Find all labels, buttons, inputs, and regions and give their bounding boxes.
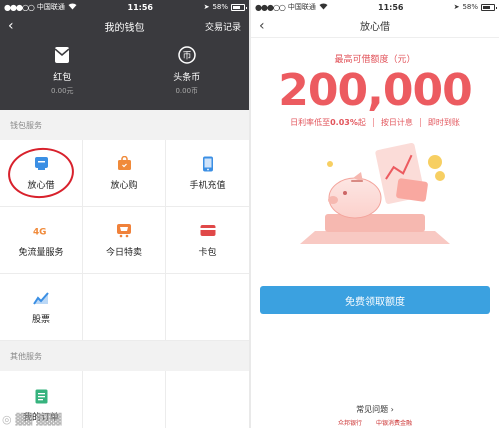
rate-prefix: 日利率低至 [290,118,331,127]
stock-chart-icon [33,290,49,306]
service-shopping[interactable]: 放心购 [83,140,166,207]
wallet-screen: ●●●○○ 中国联通 11:56 ➤ 58% ‹ 我的钱包 交易记录 红包 0.… [0,0,249,428]
shopping-bag-icon [116,156,132,172]
loan-screen: ●●●○○ 中国联通 11:56 ➤ 58% ‹ 放心借 最高可借额度（元） 2… [251,0,499,428]
asset-value: 0.00元 [50,87,74,95]
signal-icon: ●●●○○ [4,2,35,12]
service-label: 股票 [31,314,50,325]
wallet-header: ●●●○○ 中国联通 11:56 ➤ 58% ‹ 我的钱包 交易记录 红包 0.… [0,0,249,110]
battery-icon [481,3,497,11]
watermark-logo: ◎ ▓▓ ▓▓▓ [2,413,62,426]
other-services-title: 其他服务 [0,341,249,371]
carrier-label: 中国联通 [36,3,65,11]
rate-suffix: 起 [357,118,366,127]
highlight-circle [5,144,77,202]
service-phone-topup[interactable]: 手机充值 [166,140,249,207]
back-button[interactable]: ‹ [259,18,265,34]
piggy-bank-illustration [300,142,450,244]
grid-empty-cell [166,371,249,428]
wallet-navbar: ‹ 我的钱包 交易记录 [0,14,249,38]
location-icon: ➤ [453,3,460,11]
service-card-wallet[interactable]: 卡包 [166,207,249,274]
back-button[interactable]: ‹ [8,18,22,34]
service-label: 手机充值 [189,180,226,191]
rate-value: 0.03% [330,118,358,127]
asset-value: 0.00币 [175,87,199,95]
battery-icon [231,3,247,11]
grid-empty-cell [83,371,166,428]
asset-summary: 红包 0.00元 币 头条币 0.00币 [0,38,249,110]
service-loan[interactable]: 放心借 [0,140,83,207]
daily-interest-feature: 按日计息 [380,118,413,127]
status-bar: ●●●○○ 中国联通 11:56 ➤ 58% [251,0,499,14]
envelope-icon [53,46,71,64]
max-limit-label: 最高可借额度（元） [334,55,416,65]
service-label: 放心购 [110,180,138,191]
faq-link[interactable]: 常见问题 › [251,404,499,415]
partner-finance-logo: 中银消费金融 [376,420,413,427]
battery-percent: 58% [212,3,228,11]
service-label: 今日特卖 [105,247,142,258]
wifi-icon [319,2,328,12]
feature-divider [419,118,421,127]
location-icon: ➤ [203,3,210,11]
rate-feature: 日利率低至0.03%起 [290,117,366,128]
svg-text:4G: 4G [33,227,46,236]
page-title: 放心借 [360,22,390,33]
4g-icon: 4G [33,223,49,239]
service-label: 卡包 [198,247,217,258]
service-stocks[interactable]: 股票 [0,274,83,341]
asset-name: 头条币 [173,73,201,83]
service-label: 免流量服务 [18,247,64,258]
loan-features: 日利率低至0.03%起 按日计息 即时到账 [251,117,499,128]
battery-percent: 58% [462,3,478,11]
service-daily-sale[interactable]: 今日特卖 [83,207,166,274]
wallet-services-grid: 放心借 放心购 手机充值 4G 免流量服务 今日特卖 卡包 股票 [0,140,249,341]
red-packet-asset[interactable]: 红包 0.00元 [0,38,125,110]
partner-logos: 众邦银行 中银消费金融 [251,418,499,427]
status-time: 11:56 [378,2,404,12]
phone-icon [200,156,216,172]
signal-icon: ●●●○○ [255,2,286,12]
coin-icon: 币 [178,46,196,64]
instant-feature: 即时到账 [427,118,460,127]
svg-text:币: 币 [182,51,191,62]
loan-navbar: ‹ 放心借 [251,14,499,38]
grid-empty-cell [166,274,249,341]
order-list-icon [33,388,49,404]
sale-cart-icon [116,223,132,239]
status-time: 11:56 [127,2,153,12]
grid-empty-cell [83,274,166,341]
coin-asset[interactable]: 币 头条币 0.00币 [125,38,250,110]
asset-name: 红包 [53,73,72,83]
wallet-services-title: 钱包服务 [0,110,249,140]
partner-bank-logo: 众邦银行 [337,420,362,427]
get-limit-button[interactable]: 免费领取额度 [260,286,490,314]
transaction-records-button[interactable]: 交易记录 [205,20,241,33]
max-limit-amount: 200,000 [278,65,472,116]
wifi-icon [68,2,77,12]
service-free-data[interactable]: 4G 免流量服务 [0,207,83,274]
status-bar: ●●●○○ 中国联通 11:56 ➤ 58% [0,0,249,14]
feature-divider [372,118,374,127]
carrier-label: 中国联通 [287,3,316,11]
card-wallet-icon [200,223,216,239]
